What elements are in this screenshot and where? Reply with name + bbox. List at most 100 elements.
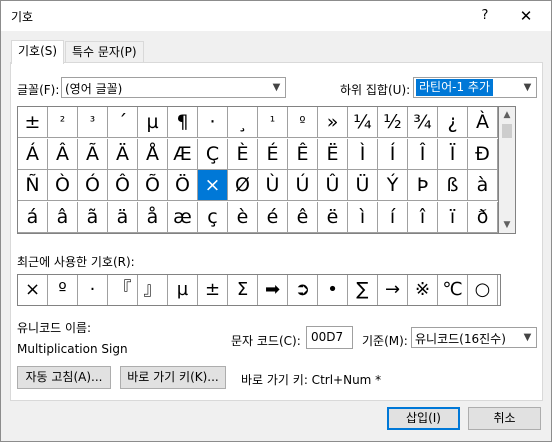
recent-symbol-cell[interactable]: 『 [108, 275, 138, 305]
close-button[interactable]: ✕ [513, 5, 539, 27]
symbol-cell[interactable]: ¿ [438, 107, 468, 138]
symbol-cell[interactable]: Æ [168, 138, 198, 170]
symbol-cell[interactable]: Ô [108, 170, 138, 201]
symbol-cell[interactable]: ¼ [348, 107, 378, 138]
symbol-cell[interactable]: ï [438, 201, 468, 233]
symbol-cell[interactable]: â [48, 201, 78, 233]
symbol-cell[interactable]: ë [318, 201, 348, 233]
symbol-cell[interactable]: ± [18, 107, 48, 138]
symbol-cell[interactable]: ³ [78, 107, 108, 138]
symbol-cell[interactable]: Â [48, 138, 78, 170]
symbol-cell[interactable]: ¾ [408, 107, 438, 138]
recent-symbol-cell[interactable]: • [318, 275, 348, 305]
symbol-cell[interactable]: · [198, 107, 228, 138]
recent-symbol-cell[interactable]: 』 [138, 275, 168, 305]
symbol-cell[interactable]: ¶ [168, 107, 198, 138]
recent-symbol-cell[interactable]: · [78, 275, 108, 305]
symbol-cell[interactable]: È [228, 138, 258, 170]
symbol-cell[interactable]: × [198, 170, 228, 201]
symbol-cell[interactable]: Ï [438, 138, 468, 170]
symbol-cell[interactable]: ² [48, 107, 78, 138]
symbol-cell[interactable]: Ý [378, 170, 408, 201]
recent-symbol-cell[interactable]: ℃ [438, 275, 468, 305]
symbol-cell[interactable]: Ù [258, 170, 288, 201]
base-select[interactable]: 유니코드(16진수) ▼ [411, 327, 537, 348]
symbol-grid-scrollbar[interactable]: ▲ ▼ [499, 106, 516, 234]
symbol-cell[interactable]: µ [138, 107, 168, 138]
symbol-cell[interactable]: ¸ [228, 107, 258, 138]
symbol-cell[interactable]: » [318, 107, 348, 138]
recent-symbols[interactable]: × º · 『』 µ ± Σ ➡ ➲ • ∑ → ※ ℃ ○ [17, 274, 501, 306]
recent-symbols-label: 최근에 사용한 기호(R): [17, 255, 135, 269]
cancel-button[interactable]: 취소 [468, 407, 541, 430]
char-code-input[interactable]: 00D7 [306, 326, 353, 349]
symbol-cell[interactable]: Ç [198, 138, 228, 170]
symbol-cell[interactable]: Å [138, 138, 168, 170]
recent-symbol-cell[interactable]: º [48, 275, 78, 305]
symbol-cell[interactable]: è [228, 201, 258, 233]
symbol-cell[interactable]: î [408, 201, 438, 233]
help-button[interactable]: ? [473, 5, 497, 27]
symbol-cell[interactable]: ð [468, 201, 498, 233]
symbol-cell[interactable]: ½ [378, 107, 408, 138]
symbol-cell[interactable]: Ê [288, 138, 318, 170]
symbol-grid[interactable]: ± ² ³ ´ µ ¶ · ¸ ¹ º» ¼ ½ ¾ ¿ À Á Â Ã Ä Å Æ Ç È É Ê Ë Ì Í Î Ï Ð Ñ Ò Ó Ô Õ Ö × Ø… [17, 106, 499, 234]
recent-symbol-cell[interactable]: ※ [408, 275, 438, 305]
symbol-cell[interactable]: À [468, 107, 498, 138]
subset-select[interactable]: 라틴어-1 추가 ▼ [413, 77, 537, 98]
symbol-cell[interactable]: Ð [468, 138, 498, 170]
symbol-cell[interactable]: º [288, 107, 318, 138]
symbol-cell[interactable]: Á [18, 138, 48, 170]
recent-symbol-cell[interactable]: ➡ [258, 275, 288, 305]
symbol-cell[interactable]: ì [348, 201, 378, 233]
scroll-thumb[interactable] [502, 124, 512, 138]
symbol-cell[interactable]: ´ [108, 107, 138, 138]
symbol-cell[interactable]: Ó [78, 170, 108, 201]
symbol-cell[interactable]: Ò [48, 170, 78, 201]
symbol-cell[interactable]: Î [408, 138, 438, 170]
symbol-cell[interactable]: Ã [78, 138, 108, 170]
symbol-cell[interactable]: Í [378, 138, 408, 170]
symbol-cell[interactable]: É [258, 138, 288, 170]
recent-symbol-cell[interactable]: ± [198, 275, 228, 305]
chevron-down-icon: ▼ [272, 82, 281, 93]
symbol-cell[interactable]: Õ [138, 170, 168, 201]
recent-symbol-cell[interactable]: Σ [228, 275, 258, 305]
symbol-cell[interactable]: Ö [168, 170, 198, 201]
recent-symbol-cell[interactable]: µ [168, 275, 198, 305]
symbol-cell[interactable]: ç [198, 201, 228, 233]
symbol-cell[interactable]: à [468, 170, 498, 201]
symbol-cell[interactable]: á [18, 201, 48, 233]
symbol-cell[interactable]: Ë [318, 138, 348, 170]
symbol-cell[interactable]: Þ [408, 170, 438, 201]
recent-symbol-cell[interactable]: ○ [468, 275, 498, 305]
symbol-cell[interactable]: Ì [348, 138, 378, 170]
symbol-cell[interactable]: Ñ [18, 170, 48, 201]
symbol-cell[interactable]: æ [168, 201, 198, 233]
shortcut-key-button[interactable]: 바로 가기 키(K)... [120, 366, 226, 389]
autocorrect-button[interactable]: 자동 고침(A)... [17, 366, 111, 389]
recent-symbol-cell[interactable]: ➲ [288, 275, 318, 305]
tab-symbols[interactable]: 기호(S) [11, 40, 65, 64]
tab-special-characters[interactable]: 특수 문자(P) [65, 41, 144, 63]
symbol-cell[interactable]: í [378, 201, 408, 233]
scroll-down-icon[interactable]: ▼ [499, 217, 515, 233]
recent-symbol-cell[interactable]: ∑ [348, 275, 378, 305]
scroll-up-icon[interactable]: ▲ [499, 107, 515, 123]
symbol-cell[interactable]: ß [438, 170, 468, 201]
symbol-cell[interactable]: Ü [348, 170, 378, 201]
insert-button[interactable]: 삽입(I) [387, 407, 460, 430]
symbol-cell[interactable]: ã [78, 201, 108, 233]
recent-symbol-cell[interactable]: × [18, 275, 48, 305]
symbol-cell[interactable]: ¹ [258, 107, 288, 138]
font-select[interactable]: (영어 글꼴) ▼ [61, 77, 286, 98]
recent-symbol-cell[interactable]: → [378, 275, 408, 305]
symbol-cell[interactable]: Ä [108, 138, 138, 170]
symbol-cell[interactable]: ä [108, 201, 138, 233]
symbol-cell[interactable]: Û [318, 170, 348, 201]
symbol-cell[interactable]: ê [288, 201, 318, 233]
symbol-cell[interactable]: Ø [228, 170, 258, 201]
symbol-cell[interactable]: å [138, 201, 168, 233]
symbol-cell[interactable]: é [258, 201, 288, 233]
symbol-cell[interactable]: Ú [288, 170, 318, 201]
